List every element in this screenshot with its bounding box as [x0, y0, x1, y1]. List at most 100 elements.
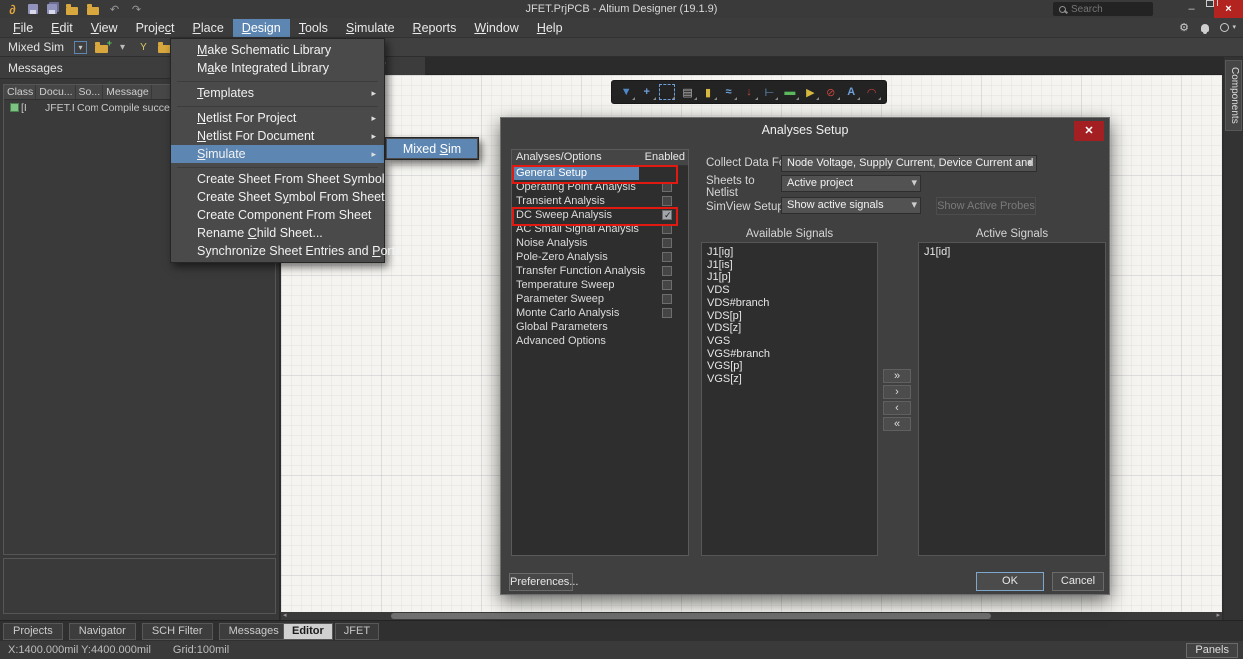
active-signal-j1-id[interactable]: J1[id]	[924, 246, 1105, 259]
save-all-icon[interactable]	[47, 4, 57, 14]
menu-design[interactable]: Design	[233, 19, 290, 37]
open-icon[interactable]	[66, 7, 78, 15]
altium-logo-icon[interactable]: ∂	[6, 3, 19, 16]
enabled-checkbox[interactable]	[662, 252, 672, 262]
save-icon[interactable]	[28, 4, 38, 14]
tab-jfet[interactable]: JFET	[335, 623, 379, 640]
analysis-parameter-sweep[interactable]: Parameter Sweep	[512, 292, 688, 306]
enabled-checkbox[interactable]	[662, 182, 672, 192]
signal-vgs-p[interactable]: VGS[p]	[707, 360, 877, 373]
menu-synchronize-sheet-entries-and-ports[interactable]: Synchronize Sheet Entries and Ports ▸	[171, 242, 384, 260]
settings-icon[interactable]: ⚙	[1178, 22, 1190, 34]
menu-templates[interactable]: Templates ▸	[171, 84, 384, 102]
filter-funnel-icon[interactable]: Y	[137, 41, 150, 54]
power-port-icon[interactable]: ↓	[741, 84, 757, 100]
enabled-header[interactable]: Enabled	[645, 151, 685, 165]
move-all-right-button[interactable]: »	[883, 369, 911, 383]
undo-icon[interactable]: ↶	[108, 3, 121, 16]
sim-profile-caret-icon[interactable]: ▾	[74, 41, 87, 54]
arc-icon[interactable]: ◠	[864, 84, 880, 100]
tab-messages[interactable]: Messages	[219, 623, 289, 640]
enabled-checkbox[interactable]	[662, 294, 672, 304]
notifications-icon[interactable]	[1201, 24, 1209, 32]
menu-create-sheet-symbol-from-sheet[interactable]: Create Sheet Symbol From Sheet ▸	[171, 188, 384, 206]
menu-file[interactable]: File	[4, 19, 42, 37]
dropdown-caret-icon[interactable]: ▾	[116, 41, 129, 54]
open-project-icon[interactable]	[87, 7, 99, 15]
signal-vds-z[interactable]: VDS[z]	[707, 322, 877, 335]
menu-window[interactable]: Window	[465, 19, 527, 37]
submenu-mixed-sim[interactable]: Mixed Sim	[387, 139, 477, 158]
enabled-checkbox[interactable]	[662, 196, 672, 206]
menu-make-schematic-library[interactable]: Make Schematic Library ▸	[171, 41, 384, 59]
enabled-checkbox[interactable]	[662, 224, 672, 234]
menu-simulate[interactable]: Simulate	[337, 19, 404, 37]
enabled-checkbox[interactable]	[662, 308, 672, 318]
component-body-icon[interactable]: ▮	[700, 84, 716, 100]
signal-vgs-z[interactable]: VGS[z]	[707, 373, 877, 386]
analysis-transfer-function-analysis[interactable]: Transfer Function Analysis	[512, 264, 688, 278]
analysis-operating-point-analysis[interactable]: Operating Point Analysis	[512, 180, 688, 194]
signal-j1-is[interactable]: J1[is]	[707, 259, 877, 272]
analyses-options-header[interactable]: Analyses/Options	[516, 151, 602, 165]
components-panel-tab[interactable]: Components	[1225, 60, 1242, 131]
search-input[interactable]	[1071, 4, 1141, 15]
signal-vds[interactable]: VDS	[707, 284, 877, 297]
enabled-checkbox[interactable]	[662, 238, 672, 248]
signal-vds-p[interactable]: VDS[p]	[707, 310, 877, 323]
signal-vds-branch[interactable]: VDS#branch	[707, 297, 877, 310]
collect-data-for-dropdown[interactable]: Node Voltage, Supply Current, Device Cur…	[781, 155, 1037, 172]
horizontal-scrollbar[interactable]: ◂ ▸	[281, 612, 1222, 620]
filter-icon[interactable]: ▼	[618, 84, 634, 100]
sheets-to-netlist-dropdown[interactable]: Active project	[781, 175, 921, 192]
menu-rename-child-sheet[interactable]: Rename Child Sheet... ▸	[171, 224, 384, 242]
move-left-button[interactable]: ‹	[883, 401, 911, 415]
tab-navigator[interactable]: Navigator	[69, 623, 136, 640]
crosshair-icon[interactable]: +	[639, 84, 655, 100]
parameter-tag-icon[interactable]: ▶	[802, 84, 818, 100]
analysis-ac-small-signal-analysis[interactable]: AC Small Signal Analysis	[512, 222, 688, 236]
simview-setup-dropdown[interactable]: Show active signals	[781, 197, 921, 214]
enabled-checkbox[interactable]	[662, 280, 672, 290]
scroll-left-icon[interactable]: ◂	[283, 612, 287, 620]
preferences-button[interactable]: Preferences...	[509, 573, 573, 591]
analysis-global-parameters[interactable]: Global Parameters	[512, 320, 688, 334]
signal-j1-p[interactable]: J1[p]	[707, 271, 877, 284]
menu-netlist-for-project[interactable]: Netlist For Project ▸	[171, 109, 384, 127]
menu-netlist-for-document[interactable]: Netlist For Document ▸	[171, 127, 384, 145]
menu-help[interactable]: Help	[528, 19, 572, 37]
analysis-transient-analysis[interactable]: Transient Analysis	[512, 194, 688, 208]
scrollbar-thumb[interactable]	[391, 613, 991, 619]
menu-separator[interactable]: ▸	[177, 164, 378, 168]
messages-column-header[interactable]: Class	[4, 85, 36, 99]
close-icon[interactable]: ×	[1214, 0, 1243, 18]
net-label-icon[interactable]: ⊢	[761, 84, 777, 100]
analysis-general-setup[interactable]: General Setup	[512, 166, 688, 180]
scroll-right-icon[interactable]: ▸	[1216, 612, 1220, 620]
redo-icon[interactable]: ↷	[130, 3, 143, 16]
messages-column-header[interactable]: Docu...	[36, 85, 75, 99]
analysis-dc-sweep-analysis[interactable]: DC Sweep Analysis	[512, 208, 688, 222]
no-erc-icon[interactable]: ⊘	[823, 84, 839, 100]
panels-button[interactable]: Panels	[1186, 643, 1238, 658]
menu-tools[interactable]: Tools	[290, 19, 337, 37]
minimize-icon[interactable]: –	[1177, 0, 1206, 18]
user-icon[interactable]	[1220, 23, 1229, 32]
restore-icon[interactable]	[1206, 0, 1214, 7]
menu-simulate[interactable]: Simulate ▸	[171, 145, 384, 163]
menu-view[interactable]: View	[82, 19, 127, 37]
analysis-pole-zero-analysis[interactable]: Pole-Zero Analysis	[512, 250, 688, 264]
text-string-icon[interactable]: A	[843, 84, 859, 100]
tab-projects[interactable]: Projects	[3, 623, 63, 640]
menu-place[interactable]: Place	[184, 19, 233, 37]
signal-vgs[interactable]: VGS	[707, 335, 877, 348]
sheet-symbol-icon[interactable]: ▤	[680, 84, 696, 100]
move-right-button[interactable]: ›	[883, 385, 911, 399]
menu-project[interactable]: Project	[127, 19, 184, 37]
menu-make-integrated-library[interactable]: Make Integrated Library ▸	[171, 59, 384, 77]
wire-icon[interactable]: ≈	[720, 84, 736, 100]
signal-vgs-branch[interactable]: VGS#branch	[707, 348, 877, 361]
signal-j1-ig[interactable]: J1[ig]	[707, 246, 877, 259]
analysis-advanced-options[interactable]: Advanced Options	[512, 334, 688, 348]
cancel-button[interactable]: Cancel	[1052, 572, 1104, 591]
